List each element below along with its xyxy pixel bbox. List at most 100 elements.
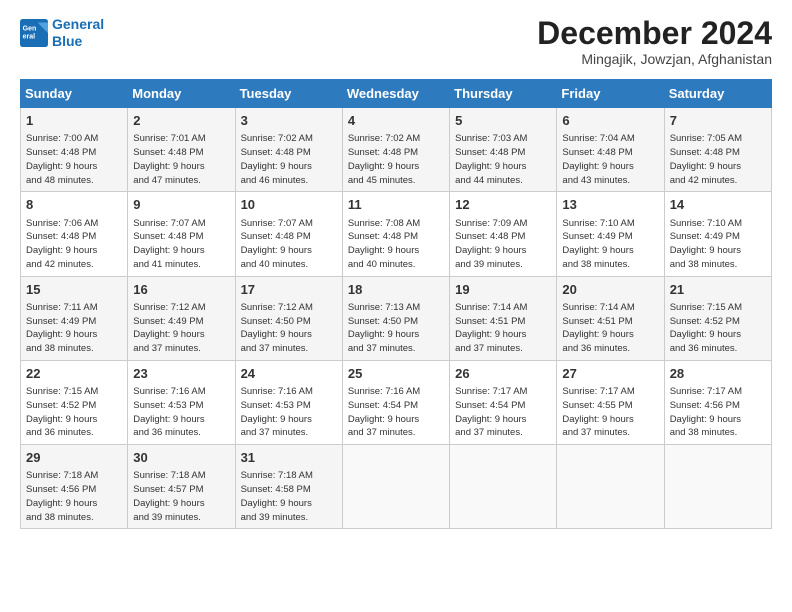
day-info: Sunrise: 7:05 AM Sunset: 4:48 PM Dayligh… (670, 132, 766, 187)
day-info: Sunrise: 7:03 AM Sunset: 4:48 PM Dayligh… (455, 132, 551, 187)
day-number: 15 (26, 281, 122, 299)
header-cell-friday: Friday (557, 80, 664, 108)
day-cell-20: 20 Sunrise: 7:14 AM Sunset: 4:51 PM Dayli… (557, 276, 664, 360)
day-info: Sunrise: 7:00 AM Sunset: 4:48 PM Dayligh… (26, 132, 122, 187)
day-number: 2 (133, 112, 229, 130)
day-cell-30: 30 Sunrise: 7:18 AM Sunset: 4:57 PM Dayli… (128, 445, 235, 529)
week-row-5: 29 Sunrise: 7:18 AM Sunset: 4:56 PM Dayli… (21, 445, 772, 529)
day-cell-24: 24 Sunrise: 7:16 AM Sunset: 4:53 PM Dayli… (235, 360, 342, 444)
day-number: 30 (133, 449, 229, 467)
day-cell-31: 31 Sunrise: 7:18 AM Sunset: 4:58 PM Dayli… (235, 445, 342, 529)
location: Mingajik, Jowzjan, Afghanistan (537, 51, 772, 67)
title-block: December 2024 Mingajik, Jowzjan, Afghani… (537, 16, 772, 67)
day-number: 3 (241, 112, 337, 130)
day-cell-29: 29 Sunrise: 7:18 AM Sunset: 4:56 PM Dayli… (21, 445, 128, 529)
day-info: Sunrise: 7:07 AM Sunset: 4:48 PM Dayligh… (241, 217, 337, 272)
day-number: 11 (348, 196, 444, 214)
header-cell-wednesday: Wednesday (342, 80, 449, 108)
day-info: Sunrise: 7:18 AM Sunset: 4:58 PM Dayligh… (241, 469, 337, 524)
calendar-page: Gen eral General Blue December 2024 Ming… (0, 0, 792, 539)
day-cell-16: 16Sunrise: 7:12 AM Sunset: 4:49 PM Dayli… (128, 276, 235, 360)
empty-cell (664, 445, 771, 529)
day-info: Sunrise: 7:15 AM Sunset: 4:52 PM Dayligh… (26, 385, 122, 440)
day-number: 10 (241, 196, 337, 214)
day-cell-27: 27Sunrise: 7:17 AM Sunset: 4:55 PM Dayli… (557, 360, 664, 444)
header-cell-monday: Monday (128, 80, 235, 108)
day-info: Sunrise: 7:18 AM Sunset: 4:57 PM Dayligh… (133, 469, 229, 524)
day-number: 22 (26, 365, 122, 383)
day-info: Sunrise: 7:15 AM Sunset: 4:52 PM Dayligh… (670, 301, 766, 356)
day-info: Sunrise: 7:12 AM Sunset: 4:49 PM Dayligh… (133, 301, 229, 356)
day-info: Sunrise: 7:16 AM Sunset: 4:53 PM Dayligh… (241, 385, 337, 440)
day-cell-2: 2 Sunrise: 7:01 AM Sunset: 4:48 PM Daylig… (128, 108, 235, 192)
day-number: 7 (670, 112, 766, 130)
day-info: Sunrise: 7:02 AM Sunset: 4:48 PM Dayligh… (348, 132, 444, 187)
day-info: Sunrise: 7:11 AM Sunset: 4:49 PM Dayligh… (26, 301, 122, 356)
day-cell-21: 21 Sunrise: 7:15 AM Sunset: 4:52 PM Dayli… (664, 276, 771, 360)
logo-icon: Gen eral (20, 19, 48, 47)
day-cell-26: 26 Sunrise: 7:17 AM Sunset: 4:54 PM Dayli… (450, 360, 557, 444)
day-cell-28: 28Sunrise: 7:17 AM Sunset: 4:56 PM Dayli… (664, 360, 771, 444)
day-info: Sunrise: 7:14 AM Sunset: 4:51 PM Dayligh… (562, 301, 658, 356)
day-info: Sunrise: 7:18 AM Sunset: 4:56 PM Dayligh… (26, 469, 122, 524)
logo-text: General Blue (52, 16, 104, 50)
day-number: 31 (241, 449, 337, 467)
day-number: 5 (455, 112, 551, 130)
day-number: 4 (348, 112, 444, 130)
day-info: Sunrise: 7:16 AM Sunset: 4:53 PM Dayligh… (133, 385, 229, 440)
day-number: 8 (26, 196, 122, 214)
day-cell-9: 9 Sunrise: 7:07 AM Sunset: 4:48 PM Daylig… (128, 192, 235, 276)
day-cell-12: 12Sunrise: 7:09 AM Sunset: 4:48 PM Dayli… (450, 192, 557, 276)
empty-cell (342, 445, 449, 529)
day-number: 24 (241, 365, 337, 383)
day-cell-25: 25Sunrise: 7:16 AM Sunset: 4:54 PM Dayli… (342, 360, 449, 444)
day-info: Sunrise: 7:14 AM Sunset: 4:51 PM Dayligh… (455, 301, 551, 356)
day-info: Sunrise: 7:17 AM Sunset: 4:54 PM Dayligh… (455, 385, 551, 440)
day-number: 29 (26, 449, 122, 467)
day-number: 9 (133, 196, 229, 214)
day-number: 6 (562, 112, 658, 130)
day-number: 26 (455, 365, 551, 383)
day-info: Sunrise: 7:06 AM Sunset: 4:48 PM Dayligh… (26, 217, 122, 272)
day-info: Sunrise: 7:04 AM Sunset: 4:48 PM Dayligh… (562, 132, 658, 187)
day-info: Sunrise: 7:13 AM Sunset: 4:50 PM Dayligh… (348, 301, 444, 356)
header-cell-sunday: Sunday (21, 80, 128, 108)
day-number: 13 (562, 196, 658, 214)
day-cell-7: 7 Sunrise: 7:05 AM Sunset: 4:48 PM Daylig… (664, 108, 771, 192)
day-number: 27 (562, 365, 658, 383)
day-number: 28 (670, 365, 766, 383)
logo-line2: Blue (52, 33, 82, 49)
calendar-header: SundayMondayTuesdayWednesdayThursdayFrid… (21, 80, 772, 108)
day-info: Sunrise: 7:10 AM Sunset: 4:49 PM Dayligh… (670, 217, 766, 272)
day-cell-8: 8 Sunrise: 7:06 AM Sunset: 4:48 PM Daylig… (21, 192, 128, 276)
day-cell-6: 6 Sunrise: 7:04 AM Sunset: 4:48 PM Daylig… (557, 108, 664, 192)
day-number: 1 (26, 112, 122, 130)
header-cell-thursday: Thursday (450, 80, 557, 108)
calendar-body: 1 Sunrise: 7:00 AM Sunset: 4:48 PM Daylig… (21, 108, 772, 529)
day-cell-10: 10 Sunrise: 7:07 AM Sunset: 4:48 PM Dayli… (235, 192, 342, 276)
day-cell-4: 4 Sunrise: 7:02 AM Sunset: 4:48 PM Daylig… (342, 108, 449, 192)
day-number: 23 (133, 365, 229, 383)
day-cell-14: 14 Sunrise: 7:10 AM Sunset: 4:49 PM Dayli… (664, 192, 771, 276)
month-title: December 2024 (537, 16, 772, 51)
day-info: Sunrise: 7:02 AM Sunset: 4:48 PM Dayligh… (241, 132, 337, 187)
day-number: 19 (455, 281, 551, 299)
week-row-1: 1 Sunrise: 7:00 AM Sunset: 4:48 PM Daylig… (21, 108, 772, 192)
week-row-2: 8 Sunrise: 7:06 AM Sunset: 4:48 PM Daylig… (21, 192, 772, 276)
day-number: 25 (348, 365, 444, 383)
day-number: 21 (670, 281, 766, 299)
day-cell-11: 11 Sunrise: 7:08 AM Sunset: 4:48 PM Dayli… (342, 192, 449, 276)
day-number: 14 (670, 196, 766, 214)
day-number: 20 (562, 281, 658, 299)
day-cell-17: 17Sunrise: 7:12 AM Sunset: 4:50 PM Dayli… (235, 276, 342, 360)
day-info: Sunrise: 7:07 AM Sunset: 4:48 PM Dayligh… (133, 217, 229, 272)
day-number: 17 (241, 281, 337, 299)
header-cell-tuesday: Tuesday (235, 80, 342, 108)
day-info: Sunrise: 7:09 AM Sunset: 4:48 PM Dayligh… (455, 217, 551, 272)
day-info: Sunrise: 7:01 AM Sunset: 4:48 PM Dayligh… (133, 132, 229, 187)
header-row: SundayMondayTuesdayWednesdayThursdayFrid… (21, 80, 772, 108)
empty-cell (557, 445, 664, 529)
week-row-3: 15 Sunrise: 7:11 AM Sunset: 4:49 PM Dayli… (21, 276, 772, 360)
calendar-table: SundayMondayTuesdayWednesdayThursdayFrid… (20, 79, 772, 529)
day-info: Sunrise: 7:08 AM Sunset: 4:48 PM Dayligh… (348, 217, 444, 272)
